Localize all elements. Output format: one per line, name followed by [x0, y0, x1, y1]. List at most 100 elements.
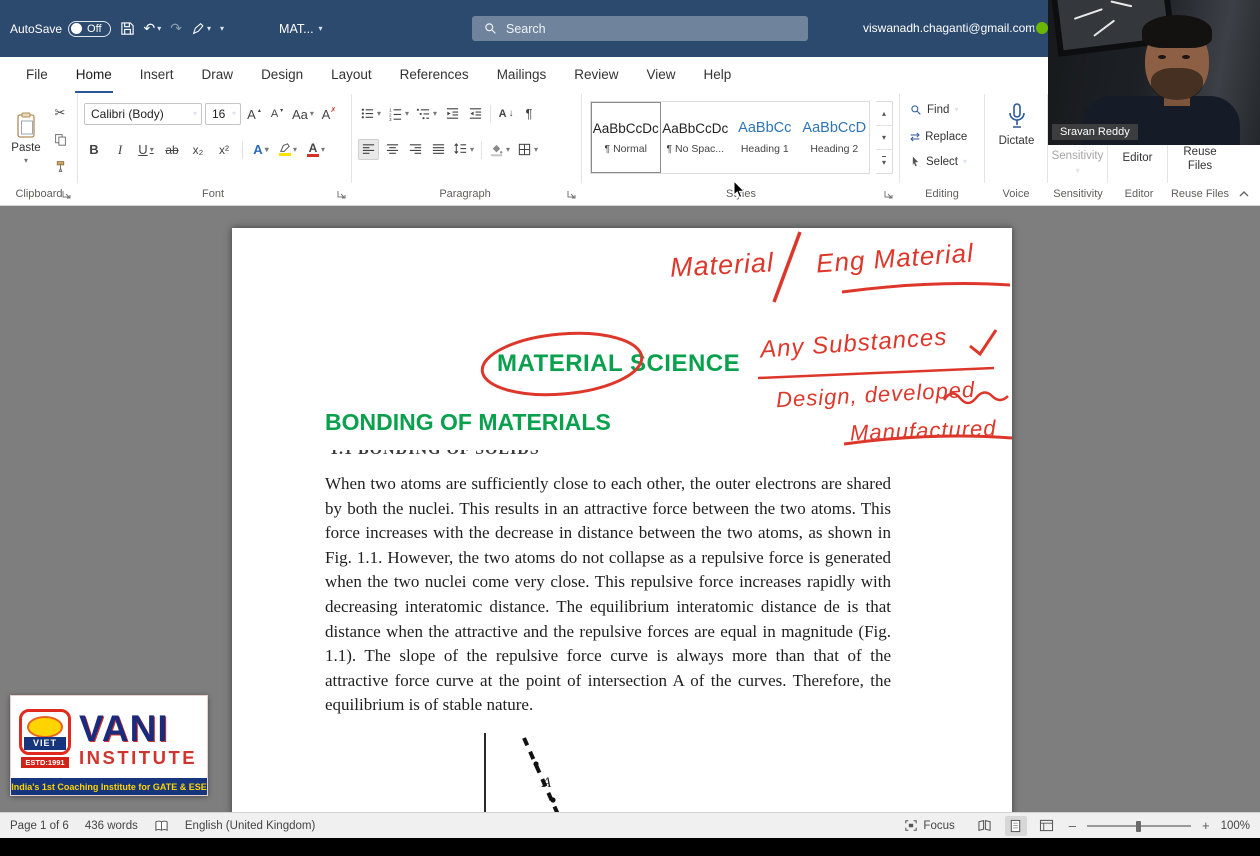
select-button[interactable]: Select ▾ [910, 156, 967, 168]
italic-button[interactable]: I [110, 139, 130, 160]
superscript-icon: x² [219, 143, 229, 157]
dictate-button[interactable]: Dictate [985, 102, 1048, 147]
replace-button[interactable]: ⇄ Replace [910, 130, 967, 144]
style-heading1[interactable]: AaBbCc Heading 1 [730, 102, 800, 173]
tab-help[interactable]: Help [690, 57, 746, 94]
web-layout-button[interactable] [1036, 816, 1058, 836]
multilevel-list-button[interactable]: ▾ [414, 103, 439, 124]
sensitivity-button[interactable]: Sensitivity [1048, 150, 1107, 162]
autosave-control[interactable]: AutoSave Off [10, 21, 111, 37]
underline-eng-material [842, 284, 1010, 292]
clear-formatting-button[interactable]: A ✗ [319, 104, 339, 125]
font-color-button[interactable]: A ▾ [305, 139, 327, 160]
slash-stroke [774, 232, 800, 302]
text-effects-button[interactable]: A ▾ [251, 139, 271, 160]
language-indicator[interactable]: English (United Kingdom) [185, 820, 315, 832]
reuse-files-button[interactable]: Reuse [1154, 146, 1246, 158]
tab-review[interactable]: Review [560, 57, 632, 94]
save-button[interactable] [120, 21, 135, 36]
copy-button[interactable] [50, 129, 70, 150]
align-left-button[interactable] [358, 139, 379, 160]
tab-design[interactable]: Design [247, 57, 317, 94]
person-eye [1182, 55, 1190, 59]
decrease-indent-button[interactable] [442, 103, 462, 124]
paragraph-dialog-launcher[interactable] [567, 190, 576, 199]
tab-file[interactable]: File [12, 57, 62, 94]
search-box[interactable]: Search [472, 16, 808, 41]
style-heading2[interactable]: AaBbCcD Heading 2 [800, 102, 870, 173]
paste-button[interactable]: Paste ▾ [7, 100, 45, 176]
print-layout-icon [1009, 819, 1022, 833]
word-count[interactable]: 436 words [85, 820, 138, 832]
clipboard-dialog-launcher[interactable] [62, 190, 71, 199]
ribbon-group-labels: Clipboard Font Paragraph Styles Editing … [0, 183, 1260, 206]
borders-button[interactable]: ▾ [515, 139, 540, 160]
strikethrough-button[interactable]: ab [162, 139, 182, 160]
font-size-combo[interactable]: 16 ▾ [205, 103, 241, 125]
align-right-button[interactable] [405, 139, 425, 160]
application-window: AutoSave Off ↶ ▾ ↷ ▾ ▾ [0, 0, 1260, 856]
tab-mailings[interactable]: Mailings [483, 57, 561, 94]
tab-draw[interactable]: Draw [188, 57, 248, 94]
chevron-down-icon: ▾ [433, 110, 437, 118]
styles-more-button[interactable]: ▾ [876, 150, 892, 173]
page-indicator[interactable]: Page 1 of 6 [10, 820, 69, 832]
zoom-level[interactable]: 100% [1221, 820, 1250, 832]
increase-indent-button[interactable] [465, 103, 485, 124]
sort-button[interactable]: A ↓ [496, 103, 516, 124]
align-center-button[interactable] [382, 139, 402, 160]
bold-button[interactable]: B [84, 139, 104, 160]
focus-mode-button[interactable]: Focus [904, 819, 954, 832]
find-button[interactable]: Find ▾ [910, 104, 958, 116]
show-hide-pilcrow-button[interactable]: ¶ [519, 103, 539, 124]
justify-button[interactable] [428, 139, 448, 160]
tab-view[interactable]: View [632, 57, 689, 94]
web-layout-icon [1039, 819, 1054, 832]
bullets-button[interactable]: ▾ [358, 103, 383, 124]
line-spacing-button[interactable]: ▾ [451, 139, 476, 160]
zoom-slider-handle[interactable] [1136, 821, 1141, 832]
account-email[interactable]: viswanadh.chaganti@gmail.com [863, 21, 1035, 35]
qat-customize-button[interactable]: ▾ [220, 25, 224, 33]
proofing-status[interactable] [154, 819, 169, 833]
format-painter-button[interactable] [50, 156, 70, 177]
numbering-button[interactable]: 123 ▾ [386, 103, 411, 124]
cut-button[interactable]: ✂ [50, 102, 70, 123]
print-layout-button[interactable] [1005, 816, 1027, 836]
tab-layout[interactable]: Layout [317, 57, 386, 94]
style-no-spacing[interactable]: AaBbCcDc ¶ No Spac... [661, 102, 731, 173]
justify-icon [431, 142, 446, 157]
styles-scroll-down[interactable]: ▾ [876, 126, 892, 150]
highlight-color-button[interactable]: ▾ [277, 139, 299, 160]
underline-button[interactable]: U ▾ [136, 139, 156, 160]
styles-scroll-up[interactable]: ▴ [876, 102, 892, 126]
collapse-ribbon-button[interactable] [1238, 188, 1250, 200]
autosave-toggle[interactable]: Off [68, 21, 110, 37]
tab-references[interactable]: References [386, 57, 483, 94]
style-normal[interactable]: AaBbCcDc ¶ Normal [591, 102, 661, 173]
chevron-down-icon: ▾ [24, 157, 28, 165]
document-title[interactable]: MAT... ▾ [279, 22, 323, 36]
tab-home[interactable]: Home [62, 57, 126, 94]
document-main-title: MATERIAL SCIENCE [497, 350, 740, 378]
superscript-button[interactable]: x² [214, 139, 234, 160]
grow-font-button[interactable]: A ▴ [244, 104, 264, 125]
qat-pen-button[interactable]: ▾ [191, 22, 211, 36]
subscript-button[interactable]: x₂ [188, 139, 208, 160]
change-case-button[interactable]: Aa ▾ [290, 104, 316, 125]
document-title-text: MAT... [279, 22, 314, 36]
rule-under-any-substances [758, 368, 994, 378]
styles-dialog-launcher[interactable] [884, 190, 893, 199]
font-name-combo[interactable]: Calibri (Body) ▾ [84, 103, 202, 125]
shrink-font-button[interactable]: A ▾ [267, 104, 287, 125]
redo-button[interactable]: ↷ [170, 20, 182, 37]
zoom-in-button[interactable]: + [1200, 818, 1212, 833]
read-mode-button[interactable] [974, 816, 996, 836]
font-dialog-launcher[interactable] [337, 190, 346, 199]
undo-button[interactable]: ↶ ▾ [144, 20, 162, 37]
tab-insert[interactable]: Insert [126, 57, 188, 94]
zoom-slider[interactable] [1087, 819, 1191, 833]
document-page[interactable]: MATERIAL SCIENCE BONDING OF MATERIALS 1.… [232, 228, 1012, 812]
shading-button[interactable]: ▾ [487, 139, 512, 160]
zoom-out-button[interactable]: – [1067, 818, 1078, 833]
